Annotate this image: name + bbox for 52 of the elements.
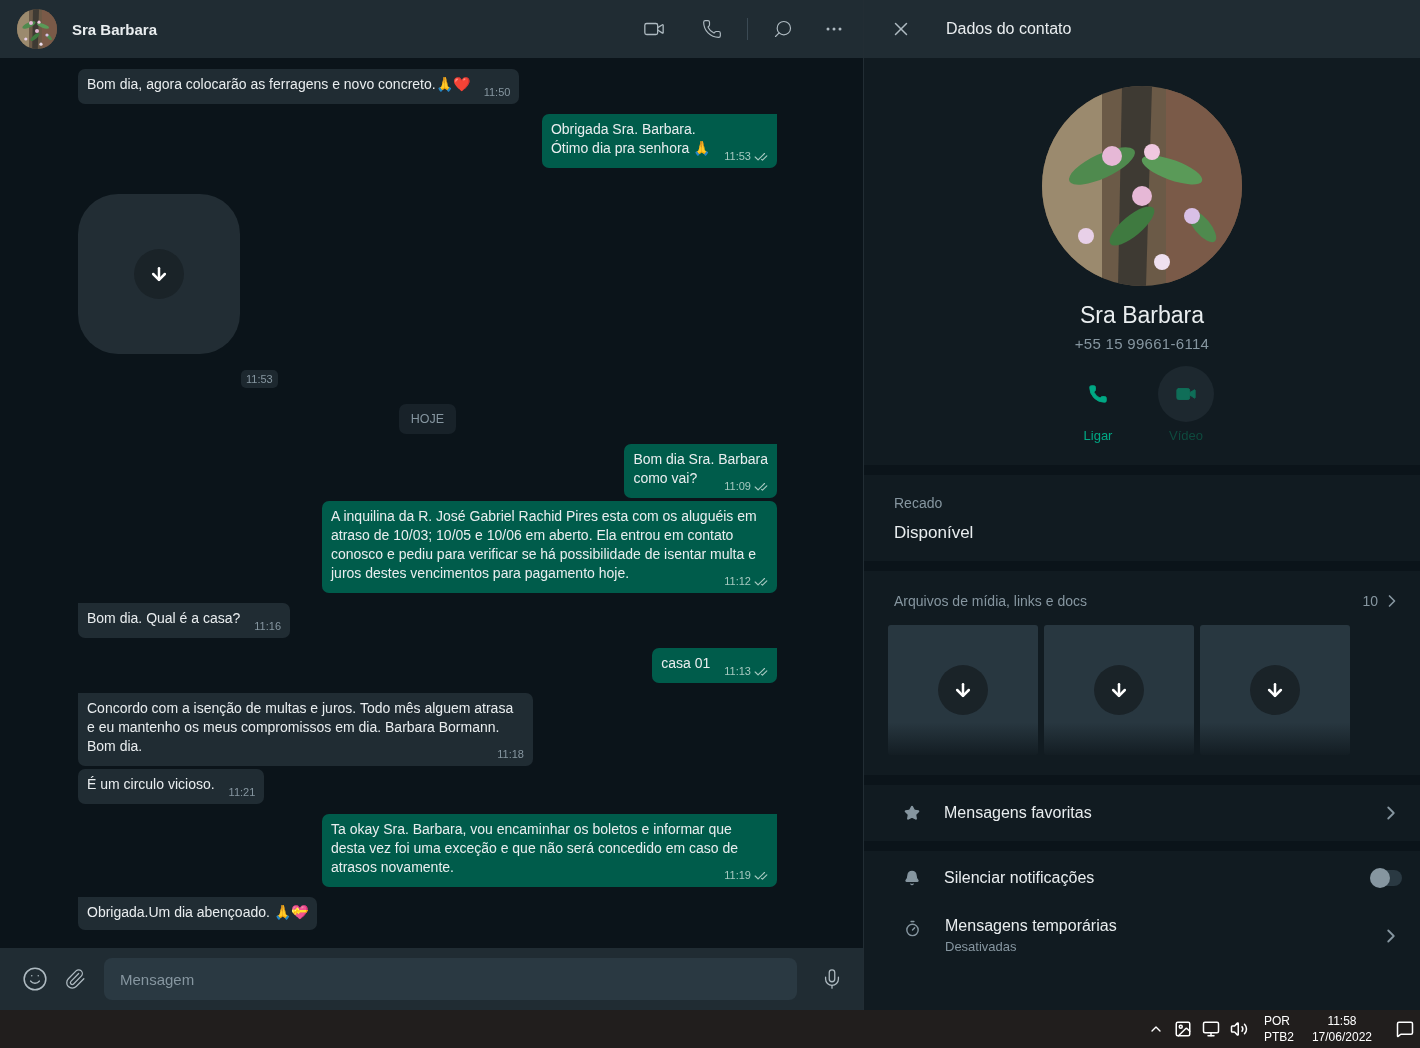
download-button[interactable] [134,249,184,299]
contact-name[interactable]: Sra Barbara [72,20,624,38]
timer-icon [904,920,921,937]
download-icon [149,264,169,284]
message-time: 11:53 [241,370,278,388]
more-icon [826,27,842,31]
setting-value: Desativadas [945,939,1018,954]
phone-icon [702,19,722,39]
network-icon[interactable] [1201,1020,1220,1038]
download-icon [1109,680,1129,700]
notifications-icon[interactable] [1396,1020,1414,1038]
phone-icon [1088,384,1108,404]
bell-icon [904,870,920,886]
phone-number: +55 15 99661-6114 [1074,335,1210,352]
media-thumbnail[interactable] [1200,625,1350,755]
message-time: 11:09 [724,479,751,494]
download-icon [953,680,973,700]
message-input[interactable]: Mensagem [104,958,797,1000]
media-thumbnail[interactable] [888,625,1038,755]
message-time: 11:16 [254,619,282,634]
message-time: 11:12 [724,574,751,589]
taskbar-clock[interactable]: 11:58 17/06/2022 [1311,1013,1372,1045]
message-time: 11:13 [724,664,751,679]
message-time: 11:21 [228,785,256,800]
media-count-link[interactable]: 10 [1362,591,1402,611]
mute-toggle[interactable] [1370,870,1402,886]
message-text: Obrigada Sra. Barbara. Ótimo dia pra senhora 🙏 [550,121,711,156]
emoji-icon [22,966,48,992]
voice-call-button[interactable]: Ligar [1070,366,1126,443]
section-title: Arquivos de mídia, links e docs [894,593,1087,609]
language-indicator[interactable]: POR PTB2 [1263,1013,1294,1045]
message-text: Bom dia, agora colocarão as ferragens e novo concreto.🙏❤ [87,76,470,92]
about-label: Recado [894,495,944,511]
message-text: É um circulo vicioso. [87,776,215,792]
contact-name: Sra Barbara [1080,302,1204,329]
paperclip-icon [64,968,86,990]
message-time: 11:50 [483,85,511,100]
message-text: Bom dia. Qual é a casa? [87,610,241,626]
volume-icon[interactable] [1229,1020,1248,1038]
download-icon [1265,680,1285,700]
image-icon[interactable] [1173,1020,1192,1038]
about-text: Disponível [894,523,975,543]
message-time: 11:19 [724,868,751,883]
message-text: casa 01 [661,655,711,671]
star-icon [904,805,920,821]
message-time: 11:18 [497,747,524,762]
message-text: Obrigada.Um dia abençoado. 🙏💝 [87,904,308,920]
message-time: 11:53 [724,149,751,164]
menu-item[interactable]: Mensagens temporárias [945,917,1360,935]
media-thumbnail[interactable] [1044,625,1194,755]
search-icon [773,19,793,39]
panel-title: Dados do contato [946,20,1072,38]
